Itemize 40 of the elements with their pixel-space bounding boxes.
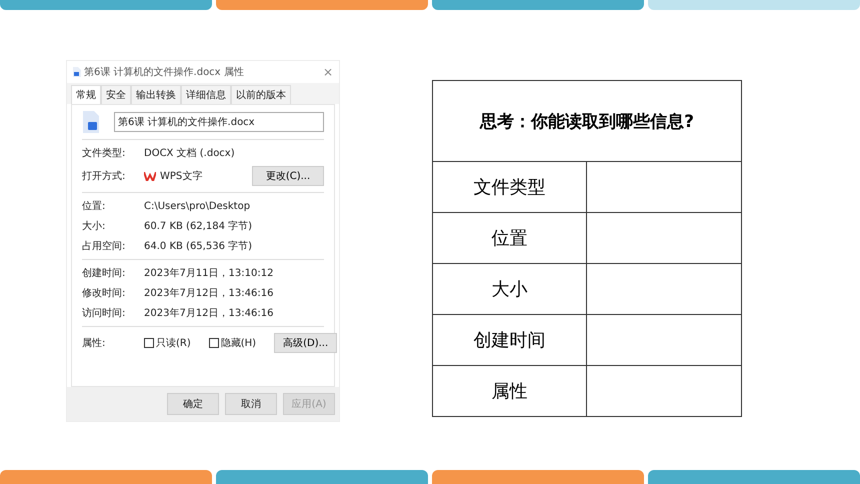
tab[interactable]: 常规 [71,85,101,104]
field-label: 访问时间: [82,306,126,320]
field-label: 创建时间: [82,266,126,280]
file-name-field[interactable]: 第6课 计算机的文件操作.docx [114,112,324,132]
table-cell: 文件类型 [433,162,587,212]
tab[interactable]: 详细信息 [181,85,231,104]
field-label: 打开方式: [82,170,126,183]
advanced-button[interactable]: 高级(D)... [274,333,338,353]
field-value: 2023年7月12日，13:46:16 [144,307,274,320]
checkbox[interactable]: 隐藏(H) [208,336,256,350]
field-label: 大小: [82,220,106,233]
field-value: C:\Users\pro\Desktop [144,200,250,212]
table-cell: 大小 [433,264,587,314]
field-label: 位置: [82,200,106,213]
change-button[interactable]: 更改(C)... [252,166,324,186]
field-value: WPS文字 [160,170,202,183]
dialog-button[interactable]: 确定 [167,393,219,415]
window-title: 第6课 计算机的文件操作.docx 属性 [84,66,245,79]
document-icon [73,67,81,77]
table-cell: 创建时间 [433,315,587,365]
table-cell: 位置 [433,213,587,263]
close-button[interactable]: × [322,65,333,79]
word-document-icon [82,111,100,133]
tab[interactable]: 输出转换 [131,85,181,104]
tab[interactable]: 以前的版本 [231,85,291,104]
field-label: 占用空间: [82,240,126,253]
field-label: 文件类型: [82,146,126,160]
field-value: 64.0 KB (65,536 字节) [144,240,252,253]
checkbox[interactable]: 只读(R) [144,336,191,350]
app-logo-icon [144,172,156,180]
field-label: 属性: [82,336,106,350]
table-cell: 属性 [433,366,587,416]
tab[interactable]: 安全 [101,85,131,104]
field-value: 60.7 KB (62,184 字节) [144,220,252,233]
dialog-button[interactable]: 取消 [225,393,277,415]
field-value: DOCX 文档 (.docx) [144,146,235,160]
field-value: 2023年7月12日，13:46:16 [144,287,274,300]
field-value: 2023年7月11日，13:10:12 [144,267,274,280]
table-title: 思考：你能读取到哪些信息? [433,81,741,162]
field-label: 修改时间: [82,286,126,300]
